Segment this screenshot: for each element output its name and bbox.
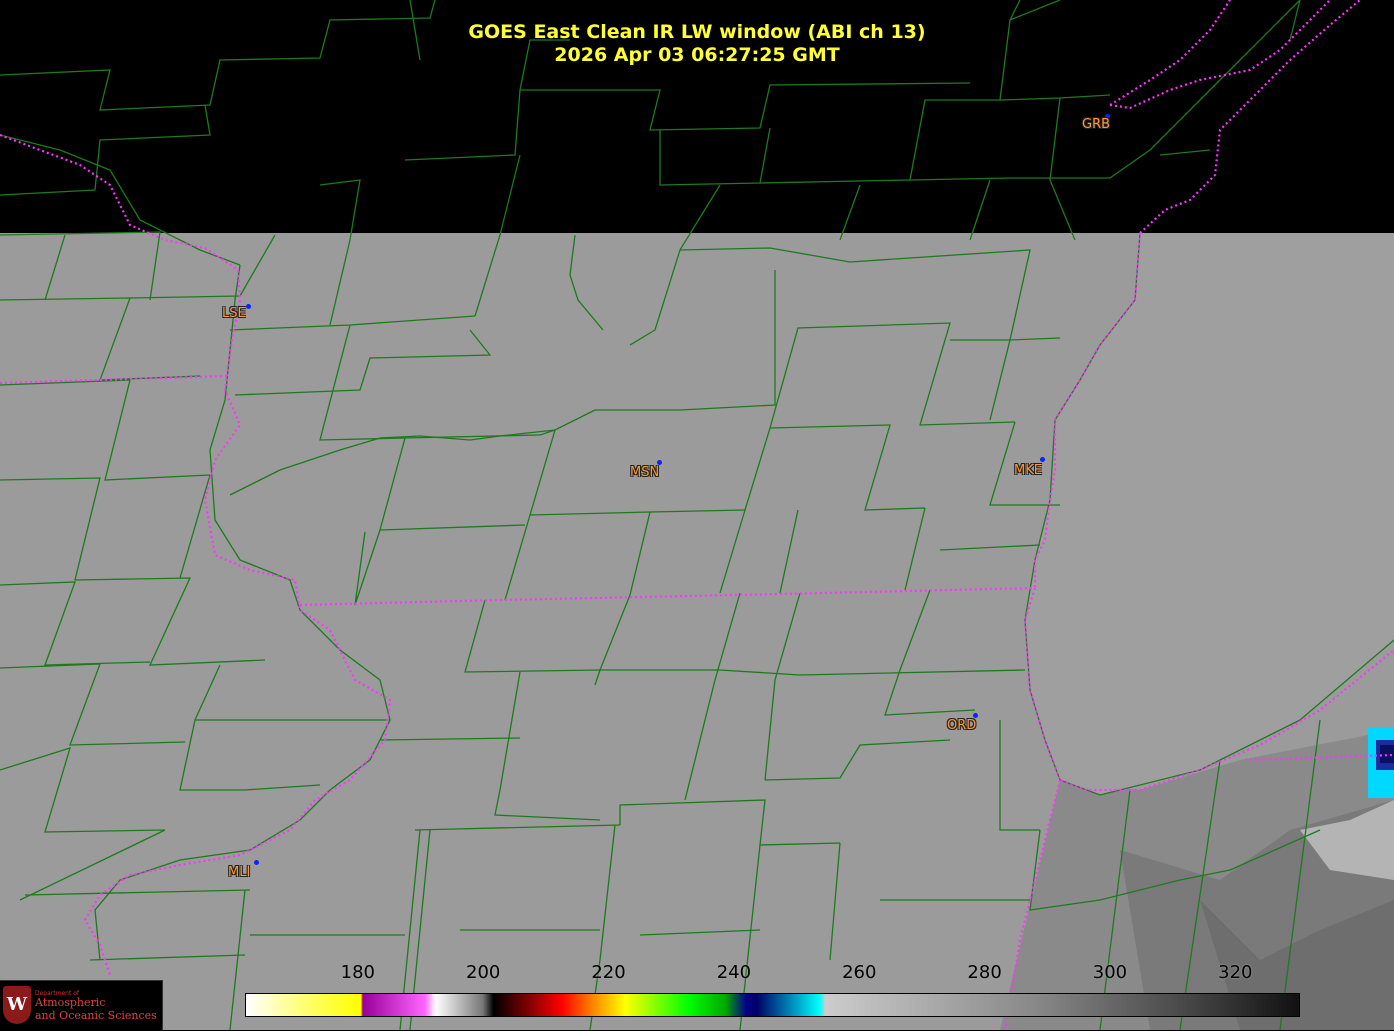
colorbar-tick-300: 300 <box>1092 962 1128 983</box>
station-label-mli: MLI <box>228 865 251 880</box>
station-label-lse: LSE <box>222 306 246 321</box>
station-dot-mli <box>254 860 259 865</box>
station-label-msn: MSN <box>630 465 660 480</box>
colorbar-tick-220: 220 <box>591 962 626 983</box>
aos-logo: W Department of Atmospheric and Oceanic … <box>0 980 163 1031</box>
colorbar-tick-320: 320 <box>1218 962 1253 983</box>
colorbar-tick-200: 200 <box>465 962 501 983</box>
uw-crest-icon: W <box>3 986 31 1024</box>
colorbar-tick-180: 180 <box>340 962 375 983</box>
map-timestamp: 2026 Apr 03 06:27:25 GMT <box>554 44 840 66</box>
logo-line-1: Atmospheric <box>35 996 106 1009</box>
map-title: GOES East Clean IR LW window (ABI ch 13) <box>468 21 926 43</box>
station-dot-mke <box>1040 457 1045 462</box>
colorbar-tick-280: 280 <box>967 962 1002 983</box>
cold-cloud-cluster <box>1368 728 1394 798</box>
temperature-colorbar <box>245 993 1300 1017</box>
colorbar-tick-260: 260 <box>842 962 877 983</box>
satellite-map <box>0 0 1394 1030</box>
station-dot-lse <box>246 304 251 309</box>
colorbar-tick-240: 240 <box>716 962 752 983</box>
station-label-mke: MKE <box>1014 463 1042 478</box>
station-label-grb: GRB <box>1082 117 1111 132</box>
station-label-ord: ORD <box>947 718 977 733</box>
logo-line-2: and Oceanic Sciences <box>35 1009 157 1022</box>
